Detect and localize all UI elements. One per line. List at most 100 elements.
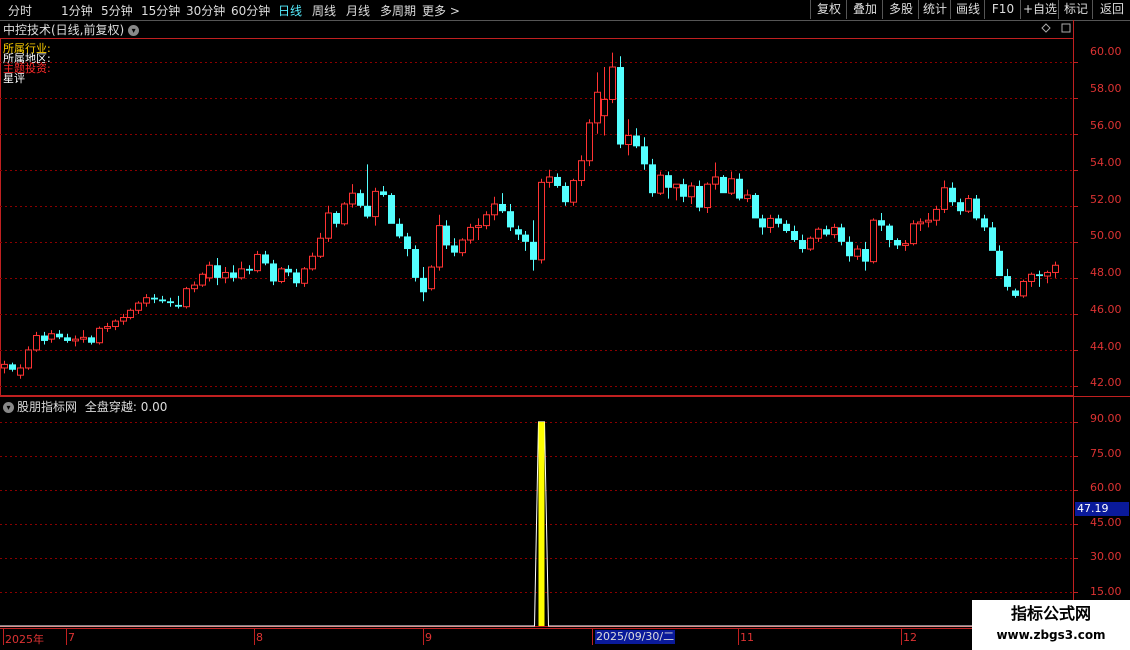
candle-body-down: [981, 218, 988, 228]
candle-body-up: [459, 239, 466, 254]
price-tick: 48.00: [1090, 266, 1122, 279]
candle-body-up: [17, 367, 24, 376]
candle-body-down: [554, 176, 561, 186]
candle-body-down: [499, 203, 506, 212]
candle-body-down: [996, 250, 1003, 277]
candle-body-up: [831, 226, 838, 236]
candle-body-down: [949, 187, 956, 203]
candle-body-up: [807, 237, 814, 250]
price-tick: 46.00: [1090, 303, 1122, 316]
candle-body-up: [254, 253, 261, 272]
candle-body-down: [894, 240, 901, 246]
candle-body-down: [214, 265, 221, 278]
candle-body-up: [941, 187, 948, 210]
candle-body-down: [736, 178, 743, 199]
price-tick: 58.00: [1090, 82, 1122, 95]
indicator-spike: [538, 421, 545, 626]
watermark-url: www.zbgs3.com: [996, 628, 1106, 642]
candle-body-down: [799, 240, 806, 250]
candle-body-up: [33, 335, 40, 351]
candle-body-up: [578, 160, 585, 182]
indicator-value: 0.00: [140, 400, 168, 414]
candle-body-down: [167, 301, 174, 304]
indicator-tick: 75.00: [1090, 447, 1122, 460]
candle-body-up: [278, 268, 285, 282]
candle-body-down: [617, 67, 624, 145]
candle-body-up: [436, 225, 443, 268]
candle-body-down: [838, 227, 845, 242]
candle-body-down: [88, 337, 95, 343]
candle-body-up: [925, 219, 932, 223]
candle-body-down: [56, 333, 63, 338]
candle-body-up: [625, 135, 632, 146]
candle-body-down: [641, 146, 648, 165]
candle-body-up: [744, 194, 751, 200]
candle-body-down: [752, 194, 759, 219]
candle-body-down: [1012, 290, 1019, 296]
candle-body-up: [917, 221, 924, 225]
candle-body-down: [388, 194, 395, 224]
candle-body-up: [902, 243, 909, 246]
candle-body-up: [72, 338, 79, 342]
candle-body-down: [720, 176, 727, 194]
candle-body-down: [270, 263, 277, 282]
date-label-aug: 8: [256, 631, 263, 644]
candle-body-down: [420, 277, 427, 293]
price-panel-frame: [0, 38, 1074, 396]
candle-body-down: [562, 185, 569, 203]
candle-body-up: [965, 198, 972, 212]
indicator-value-tag: 47.19: [1075, 502, 1129, 516]
candle-body-down: [989, 227, 996, 251]
candle-body-down: [649, 164, 656, 194]
candle-body-up: [127, 309, 134, 319]
candle-body-down: [64, 337, 71, 341]
indicator-menu-icon[interactable]: ▾: [3, 402, 14, 413]
candle-body-down: [396, 223, 403, 237]
candle-body-up: [372, 190, 379, 218]
candle-body-up: [491, 203, 498, 216]
candle-body-up: [483, 214, 490, 227]
candle-body-up: [206, 264, 213, 279]
candle-body-down: [862, 249, 869, 262]
candle-body-up: [601, 98, 608, 117]
candle-body-down: [159, 299, 166, 302]
candle-body-down: [246, 268, 253, 271]
candle-body-up: [538, 181, 545, 261]
price-tick: 52.00: [1090, 193, 1122, 206]
candle-body-down: [404, 236, 411, 250]
candle-body-down: [230, 272, 237, 278]
candle-body-up: [1020, 280, 1027, 297]
candle-body-up: [349, 192, 356, 205]
indicator-tick: 45.00: [1090, 516, 1122, 529]
candle-body-down: [515, 229, 522, 235]
candle-body-down: [846, 241, 853, 257]
date-label-jul: 7: [68, 631, 75, 644]
price-tick: 60.00: [1090, 45, 1122, 58]
indicator-source: 股朋指标网: [17, 400, 78, 414]
candle-body-up: [1052, 264, 1059, 273]
candle-body-up: [112, 320, 119, 328]
candle-body-down: [451, 245, 458, 253]
chart-canvas[interactable]: [0, 0, 1130, 650]
candle-body-up: [586, 122, 593, 162]
window-icon: [1061, 23, 1071, 33]
date-highlight: 2025/09/30/二: [595, 630, 676, 644]
candle-body-up: [854, 248, 861, 257]
candle-body-up: [1, 363, 8, 369]
candle-body-down: [1036, 274, 1043, 277]
candle-body-down: [957, 202, 964, 212]
candle-body-down: [759, 218, 766, 228]
indicator-title: ▾ 股朋指标网 全盘穿越: 0.00: [3, 398, 167, 415]
candle-body-up: [191, 284, 198, 290]
candle-body-up: [80, 336, 87, 340]
candle-body-up: [1028, 273, 1035, 282]
indicator-tick: 60.00: [1090, 481, 1122, 494]
candle-body-down: [41, 335, 48, 341]
candle-body-down: [412, 249, 419, 278]
diamond-icon: [1041, 23, 1051, 33]
candle-body-up: [301, 268, 308, 284]
candle-body-down: [357, 193, 364, 206]
candle-body-up: [325, 212, 332, 239]
indicator-tick: 15.00: [1090, 585, 1122, 598]
candle-body-up: [1044, 271, 1051, 277]
